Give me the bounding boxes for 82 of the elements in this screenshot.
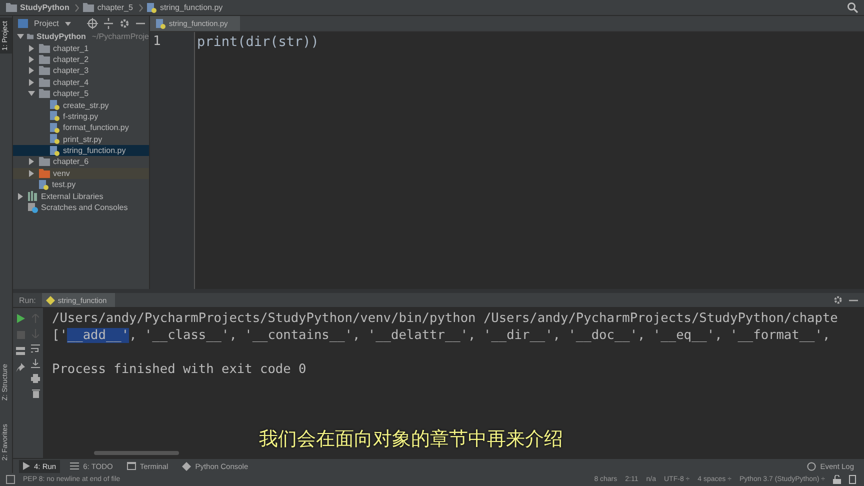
chevron-icon xyxy=(75,4,80,12)
settings-icon[interactable] xyxy=(119,18,130,29)
tree-item[interactable]: venv xyxy=(13,168,149,180)
chevron-icon xyxy=(138,4,143,12)
search-icon[interactable] xyxy=(847,2,858,13)
python-icon xyxy=(182,462,192,470)
run-icon[interactable] xyxy=(16,314,24,323)
project-icon xyxy=(18,19,28,28)
python-file-icon xyxy=(50,146,60,156)
line-number: 1 xyxy=(152,34,162,49)
folder-icon xyxy=(83,3,94,12)
collapsed-arrow-icon[interactable] xyxy=(28,67,35,74)
expanded-arrow-icon[interactable] xyxy=(17,33,24,40)
tree-item[interactable]: chapter_1 xyxy=(13,42,149,54)
tree-item[interactable]: chapter_3 xyxy=(13,65,149,77)
breadcrumb[interactable]: StudyPython xyxy=(20,3,70,12)
layout-icon[interactable] xyxy=(16,347,25,355)
collapsed-arrow-icon[interactable] xyxy=(28,170,35,177)
tree-item[interactable]: string_function.py xyxy=(13,144,149,156)
subtitle-caption: 我们会在面向对象的章节中再来介绍 xyxy=(259,427,563,452)
scratches-icon xyxy=(28,202,38,213)
tree-item[interactable]: chapter_4 xyxy=(13,76,149,88)
collapsed-arrow-icon[interactable] xyxy=(28,158,35,166)
tree-item[interactable]: chapter_5 xyxy=(13,88,149,100)
speech-bubble-icon xyxy=(807,462,816,470)
collapsed-arrow-icon[interactable] xyxy=(17,192,24,200)
tree-item[interactable]: test.py xyxy=(13,179,149,190)
folder-icon xyxy=(39,168,50,178)
panel-toggle-icon[interactable] xyxy=(6,475,15,484)
lock-icon[interactable] xyxy=(833,475,841,484)
tree-item[interactable]: External Libraries xyxy=(13,190,149,202)
tree-item[interactable]: StudyPython ~/PycharmProje xyxy=(13,31,149,42)
pin-icon[interactable] xyxy=(16,363,25,372)
folder-icon xyxy=(39,66,50,76)
tree-item[interactable]: Scratches and Consoles xyxy=(13,202,149,214)
python-file-icon xyxy=(50,122,60,133)
memory-icon[interactable] xyxy=(849,475,856,484)
list-icon xyxy=(70,462,80,470)
collapsed-arrow-icon[interactable] xyxy=(28,44,35,52)
tree-item[interactable]: format_function.py xyxy=(13,122,149,134)
settings-icon[interactable] xyxy=(833,295,843,305)
python-file-icon xyxy=(146,2,157,12)
tree-item[interactable]: f-string.py xyxy=(13,110,149,122)
trash-icon[interactable] xyxy=(32,389,40,398)
console-line: ['__add__', '__class__', '__contains__', '__delattr__', '__dir__', '__doc__', '__eq__', '__format__', xyxy=(52,328,830,343)
library-icon xyxy=(28,191,38,202)
expanded-arrow-icon[interactable] xyxy=(28,90,35,98)
project-view-dropdown[interactable]: Project xyxy=(34,19,59,28)
python-file-icon xyxy=(50,134,60,144)
breadcrumb[interactable]: chapter_5 xyxy=(97,3,133,12)
collapse-icon[interactable] xyxy=(104,18,113,29)
scroll-to-end-icon[interactable] xyxy=(31,359,40,368)
python-file-icon xyxy=(50,111,60,122)
folder-icon xyxy=(39,78,50,87)
minimize-icon[interactable] xyxy=(136,22,145,25)
target-icon[interactable] xyxy=(87,18,98,29)
tree-item[interactable]: chapter_2 xyxy=(13,54,149,66)
code-line: print(dir(str)) xyxy=(197,34,319,50)
console-line: /Users/andy/PycharmProjects/StudyPython/venv/bin/python /Users/andy/PycharmProjects/StudyPython/chapte xyxy=(52,311,838,326)
folder-icon xyxy=(39,54,50,64)
python-file-icon xyxy=(39,180,49,190)
horizontal-scrollbar[interactable] xyxy=(94,451,179,455)
dropdown-caret-icon[interactable] xyxy=(64,22,71,26)
folder-icon xyxy=(39,44,50,53)
python-file-icon xyxy=(50,100,60,110)
collapsed-arrow-icon[interactable] xyxy=(28,56,35,63)
python-file-icon xyxy=(156,18,166,28)
collapsed-arrow-icon[interactable] xyxy=(28,78,35,86)
folder-icon xyxy=(27,32,34,42)
breadcrumb[interactable]: string_function.py xyxy=(160,3,223,12)
minimize-icon[interactable] xyxy=(849,298,858,302)
tree-item[interactable]: print_str.py xyxy=(13,134,149,145)
console-line: Process finished with exit code 0 xyxy=(52,362,306,377)
tree-item[interactable]: create_str.py xyxy=(13,99,149,111)
folder-icon xyxy=(39,89,50,98)
tree-item[interactable]: chapter_6 xyxy=(13,156,149,168)
terminal-icon xyxy=(126,462,136,470)
soft-wrap-icon[interactable] xyxy=(31,344,40,353)
run-label: Run: xyxy=(19,296,36,304)
python-icon xyxy=(46,296,55,304)
run-icon xyxy=(23,462,30,470)
folder-icon xyxy=(6,3,17,12)
